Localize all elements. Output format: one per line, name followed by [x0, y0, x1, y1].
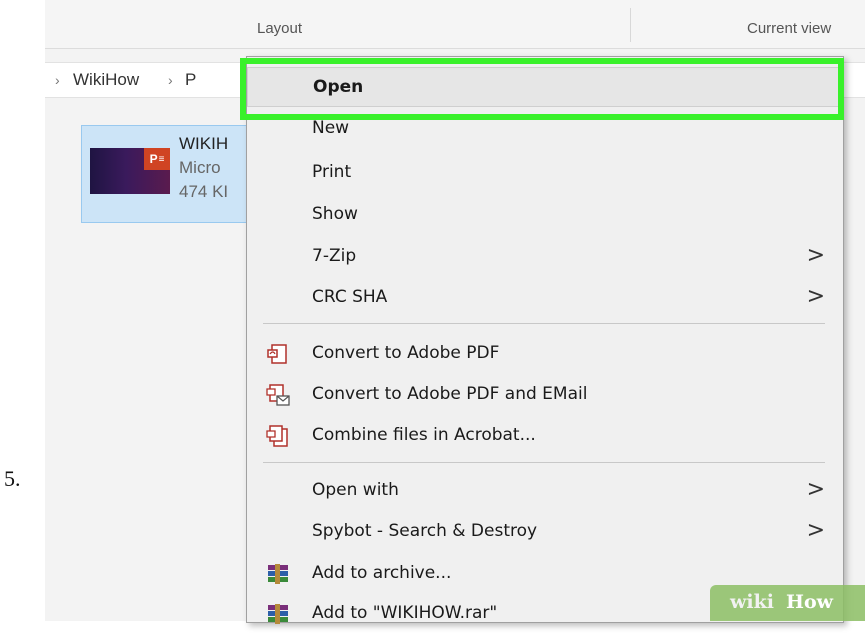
ribbon-group-labels: Layout Current view: [45, 0, 865, 49]
menu-item-label: Spybot - Search & Destroy: [312, 521, 538, 541]
acrobat-combine-icon: [266, 425, 288, 447]
submenu-arrow-icon: >: [806, 243, 825, 268]
ribbon-current-view-label: Current view: [747, 20, 832, 37]
menu-separator: [263, 323, 825, 324]
menu-item-print[interactable]: Print: [247, 153, 843, 193]
ribbon-divider: [630, 8, 631, 42]
menu-item-convert-to-adobe-pdf[interactable]: Convert to Adobe PDF: [247, 334, 843, 374]
file-size: 474 KI: [179, 182, 229, 201]
submenu-arrow-icon: >: [806, 477, 825, 502]
winrar-icon: [268, 564, 288, 584]
menu-item-crc-sha[interactable]: CRC SHA >: [247, 278, 843, 318]
menu-separator: [263, 462, 825, 463]
menu-item-label: Add to "WIKIHOW.rar": [312, 603, 498, 623]
breadcrumb-item-folder[interactable]: P: [185, 70, 196, 90]
breadcrumb-item-wikihow[interactable]: WikiHow: [73, 70, 139, 90]
menu-item-spybot-search-destroy[interactable]: Spybot - Search & Destroy >: [247, 512, 843, 552]
breadcrumb-separator: ›: [55, 72, 60, 88]
file-name: WIKIH: [179, 134, 229, 153]
highlight-callout-box: [240, 58, 844, 120]
context-menu: Open New Print Show 7-Zip > CRC SHA > Co…: [246, 56, 844, 624]
adobe-pdf-icon: [267, 344, 287, 364]
winrar-icon: [268, 604, 288, 624]
wikihow-watermark: wiki How: [710, 585, 865, 621]
breadcrumb-separator: ›: [168, 72, 173, 88]
step-number: 5.: [4, 466, 21, 491]
adobe-pdf-email-icon: [266, 384, 290, 406]
menu-item-label: Open with: [312, 480, 399, 500]
menu-item-open-with[interactable]: Open with >: [247, 471, 843, 511]
menu-item-label: Combine files in Acrobat...: [312, 425, 536, 445]
watermark-how: How: [786, 591, 833, 613]
submenu-arrow-icon: >: [806, 518, 825, 543]
menu-item-label: Print: [312, 162, 352, 182]
watermark-wiki: wiki: [730, 591, 774, 613]
ribbon-layout-label: Layout: [257, 20, 303, 37]
menu-item-combine-files-in-acrobat[interactable]: Combine files in Acrobat...: [247, 416, 843, 456]
menu-item-label: Show: [312, 204, 358, 224]
menu-item-label: CRC SHA: [312, 287, 388, 307]
menu-item-label: Convert to Adobe PDF: [312, 343, 500, 363]
menu-item-label: 7-Zip: [312, 246, 357, 266]
submenu-arrow-icon: >: [806, 284, 825, 309]
powerpoint-badge-letter: P: [149, 152, 158, 166]
menu-item-show[interactable]: Show: [247, 195, 843, 235]
powerpoint-icon: P ≡: [144, 148, 170, 170]
menu-item-convert-to-adobe-pdf-and-email[interactable]: Convert to Adobe PDF and EMail: [247, 375, 843, 415]
menu-item-label: Convert to Adobe PDF and EMail: [312, 384, 588, 404]
menu-item-label: Add to archive...: [312, 563, 452, 583]
file-type: Micro: [179, 158, 221, 177]
menu-item-7zip[interactable]: 7-Zip >: [247, 237, 843, 277]
menu-item-label: New: [312, 118, 350, 138]
